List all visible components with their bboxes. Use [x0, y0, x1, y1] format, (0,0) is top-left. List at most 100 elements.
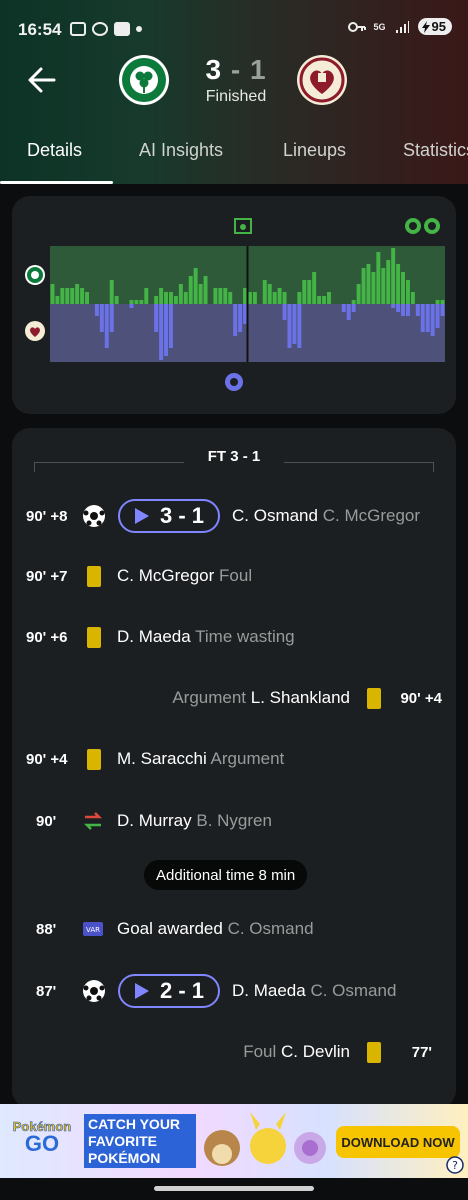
home-momentum-bar	[55, 296, 60, 304]
away-momentum-bar	[430, 304, 435, 336]
home-momentum-bar	[322, 296, 326, 304]
notification-icons	[70, 22, 142, 36]
event-player: D. Maeda	[117, 627, 191, 646]
event-player: D. Maeda	[232, 981, 306, 1000]
home-momentum-bar	[312, 272, 317, 304]
away-momentum-bar	[164, 304, 168, 356]
away-momentum-bar	[341, 304, 346, 312]
tab-statistics[interactable]: Statistics	[403, 140, 468, 161]
tab-details[interactable]: Details	[27, 140, 82, 161]
play-icon	[134, 983, 149, 999]
ad-info-icon[interactable]: ?	[446, 1156, 464, 1174]
home-momentum-bar	[307, 280, 312, 304]
momentum-chart[interactable]	[50, 246, 445, 362]
event-minute: 77'	[411, 1043, 432, 1061]
more-notifications-icon	[136, 26, 142, 32]
home-momentum-bar	[376, 252, 381, 304]
home-momentum-bar	[228, 292, 233, 304]
home-momentum-bar	[396, 264, 401, 304]
event-assist: C. Osmand	[310, 981, 397, 1000]
home-momentum-bar	[178, 284, 183, 304]
svg-text:?: ?	[452, 1159, 458, 1172]
home-momentum-bar	[297, 292, 302, 304]
tab-ai-insights[interactable]: AI Insights	[139, 140, 223, 161]
home-momentum-bar	[60, 288, 65, 304]
home-momentum-bar	[75, 284, 80, 304]
home-momentum-bar	[248, 292, 252, 304]
event-player: M. Saracchi	[117, 749, 207, 768]
event-minute: 87'	[36, 982, 57, 1000]
match-status: Finished	[205, 88, 267, 105]
goal-highlight-button[interactable]: 2 - 1	[118, 974, 220, 1008]
home-momentum-bar	[381, 268, 386, 304]
home-momentum-bar	[317, 296, 322, 304]
home-momentum-bar	[406, 280, 410, 304]
away-momentum-bar	[238, 304, 243, 332]
timeline-event-substitution[interactable]: 90' D. Murray B. Nygren	[12, 801, 456, 841]
score-separator: -	[230, 54, 242, 85]
away-momentum-bar	[401, 304, 405, 316]
home-momentum-bar	[218, 288, 223, 304]
away-momentum-bar	[243, 304, 247, 324]
timeline-event-goal[interactable]: 90' +8 3 - 1 C. Osmand C. McGregor	[12, 496, 456, 536]
away-momentum-bar	[292, 304, 297, 344]
away-momentum-bar	[104, 304, 109, 348]
goal-highlight-button[interactable]: 3 - 1	[118, 499, 220, 533]
home-momentum-bar	[198, 284, 203, 304]
home-momentum-bar	[85, 292, 89, 304]
away-momentum-bar	[129, 304, 134, 308]
timeline-event-goal[interactable]: 87' 2 - 1 D. Maeda C. Osmand	[12, 971, 456, 1011]
event-reason: Time wasting	[195, 627, 295, 646]
home-momentum-bar	[80, 288, 85, 304]
event-decision: Goal awarded	[117, 919, 223, 938]
yellow-card-icon	[87, 748, 101, 770]
back-arrow-icon[interactable]	[24, 62, 60, 98]
away-mini-crest-icon	[25, 321, 45, 341]
away-momentum-bar	[154, 304, 159, 332]
momentum-card[interactable]	[12, 196, 456, 414]
timeline-event-yellow-card-away[interactable]: Argument L. Shankland 90' +4	[12, 678, 456, 718]
home-momentum-bar	[272, 292, 277, 304]
tab-lineups[interactable]: Lineups	[283, 140, 346, 161]
divider-right	[284, 462, 434, 472]
home-momentum-bar	[50, 284, 55, 304]
home-momentum-bar	[109, 280, 114, 304]
ad-headline: CATCH YOUR FAVORITE POKÉMON	[84, 1114, 196, 1169]
event-player: C. Osmand	[227, 919, 314, 938]
network-type: 5G	[373, 21, 386, 32]
yellow-card-icon	[87, 626, 101, 648]
home-momentum-bar	[164, 292, 168, 304]
goal-ball-icon	[83, 505, 105, 527]
home-momentum-bar	[159, 288, 164, 304]
system-nav-bar	[0, 1178, 468, 1200]
away-goal-event-icon	[225, 373, 243, 391]
home-gesture-handle[interactable]	[154, 1186, 314, 1191]
momentum-graph	[50, 246, 445, 362]
event-player-line: Goal awarded C. Osmand	[117, 919, 314, 939]
event-reason: Argument	[210, 749, 285, 768]
event-player-line: M. Saracchi Argument	[117, 749, 284, 769]
away-momentum-bar	[297, 304, 302, 348]
ad-banner[interactable]: Pokémon GO CATCH YOUR FAVORITE POKÉMON D…	[0, 1104, 468, 1178]
timeline-event-yellow-card-away[interactable]: Foul C. Devlin 77'	[12, 1032, 456, 1072]
score: 3 - 1	[194, 54, 278, 86]
ad-download-button[interactable]: DOWNLOAD NOW	[336, 1126, 460, 1158]
timeline-event-yellow-card[interactable]: 90' +6 D. Maeda Time wasting	[12, 617, 456, 657]
timeline-event-yellow-card[interactable]: 90' +7 C. McGregor Foul	[12, 556, 456, 596]
timeline-card: FT 3 - 1 90' +8 3 - 1 C. Osmand C. McGre…	[12, 428, 456, 1108]
away-team-crest[interactable]	[296, 54, 348, 106]
status-bar: 16:54 5G 95	[0, 0, 468, 56]
home-team-crest[interactable]	[118, 54, 170, 106]
away-momentum-bar	[346, 304, 351, 320]
charging-icon	[421, 20, 430, 33]
screenshot-icon	[70, 22, 86, 36]
away-momentum-bar	[406, 304, 410, 316]
event-minute: 90' +7	[26, 567, 68, 585]
timeline-event-var[interactable]: 88' VAR Goal awarded C. Osmand	[12, 909, 456, 949]
scoreboard: 3 - 1 Finished	[194, 54, 278, 106]
system-icons: 5G 95	[347, 18, 452, 35]
home-momentum-bar	[302, 280, 307, 304]
yellow-card-icon	[87, 565, 101, 587]
home-momentum-bar	[391, 248, 396, 304]
timeline-event-yellow-card[interactable]: 90' +4 M. Saracchi Argument	[12, 739, 456, 779]
